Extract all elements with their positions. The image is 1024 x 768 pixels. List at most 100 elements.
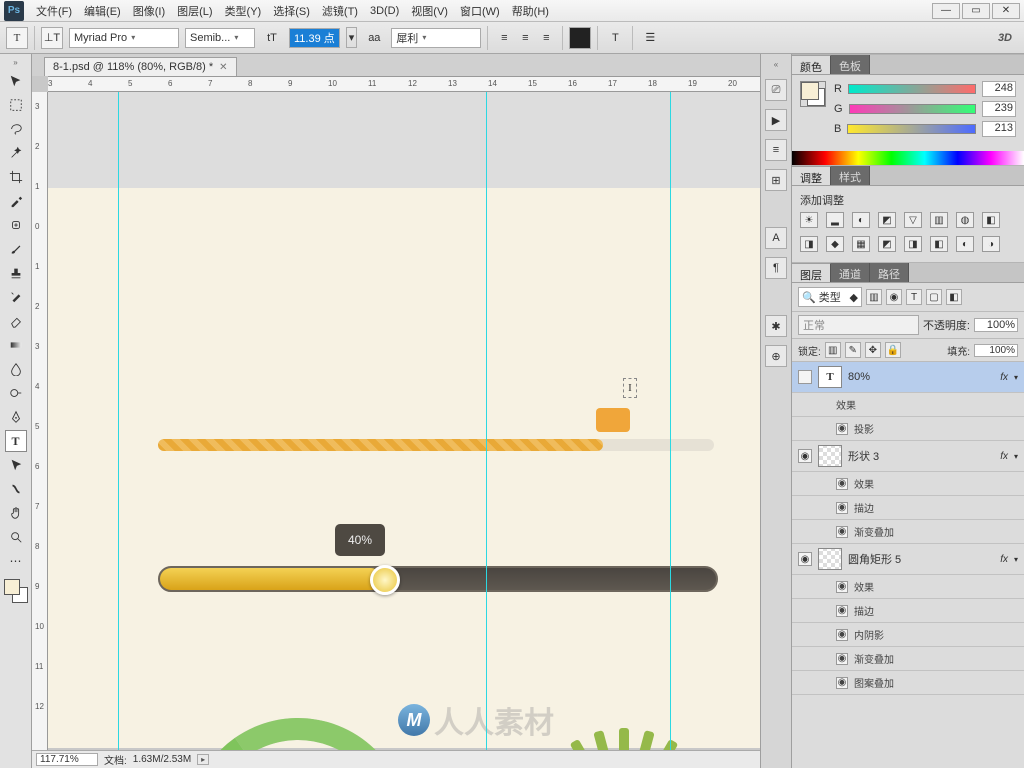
layer-item[interactable]: ◉ 形状 3 fx▾ [792, 441, 1024, 472]
window-minimize[interactable]: — [932, 3, 960, 19]
menu-3d[interactable]: 3D(D) [364, 5, 405, 17]
window-close[interactable]: ✕ [992, 3, 1020, 19]
font-weight-combo[interactable]: Semib...▾ [185, 28, 255, 48]
brushes-panel-icon[interactable]: ✱ [765, 315, 787, 337]
type-tool[interactable]: T [5, 430, 27, 452]
b-value[interactable]: 213 [982, 121, 1016, 137]
adj-vibrance-icon[interactable]: ▽ [904, 212, 922, 228]
font-family-combo[interactable]: Myriad Pro▾ [69, 28, 179, 48]
visibility-toggle[interactable]: ◉ [836, 423, 848, 435]
lock-all-icon[interactable]: 🔒 [885, 342, 901, 358]
adj-lookup-icon[interactable]: ▦ [852, 236, 870, 252]
layer-effect[interactable]: ◉效果 [792, 575, 1024, 599]
blend-mode-combo[interactable]: 正常 [798, 315, 919, 335]
r-value[interactable]: 248 [982, 81, 1016, 97]
menu-file[interactable]: 文件(F) [30, 3, 78, 19]
guide-line[interactable] [670, 92, 671, 750]
layer-name[interactable]: 形状 3 [848, 448, 879, 464]
status-menu-icon[interactable]: ▸ [197, 754, 209, 765]
character-panel-icon[interactable]: ☰ [639, 27, 661, 49]
tab-channels[interactable]: 通道 [831, 263, 870, 282]
adj-balance-icon[interactable]: ◍ [956, 212, 974, 228]
adj-levels-icon[interactable]: ▂ [826, 212, 844, 228]
menu-layer[interactable]: 图层(L) [171, 3, 218, 19]
g-slider[interactable] [849, 104, 976, 114]
opacity-field[interactable]: 100% [974, 318, 1018, 332]
ruler-vertical[interactable]: 3210123456789101112 [32, 92, 48, 750]
filter-pixel-icon[interactable]: ▥ [866, 289, 882, 305]
gradient-tool[interactable] [5, 334, 27, 356]
adj-threshold-icon[interactable]: ◧ [930, 236, 948, 252]
tab-paths[interactable]: 路径 [870, 263, 909, 282]
filter-shape-icon[interactable]: ▢ [926, 289, 942, 305]
layer-effect[interactable]: ◉投影 [792, 417, 1024, 441]
properties-panel-icon[interactable]: ≡ [765, 139, 787, 161]
ruler-horizontal[interactable]: 34567891011121314151617181920 [48, 76, 760, 92]
layer-item[interactable]: T 80% fx▾ [792, 362, 1024, 393]
hand-tool[interactable] [5, 502, 27, 524]
crop-tool[interactable] [5, 166, 27, 188]
layer-effect[interactable]: ◉渐变叠加 [792, 647, 1024, 671]
zoom-field[interactable]: 117.71% [36, 753, 98, 766]
history-panel-icon[interactable]: ⎚ [765, 79, 787, 101]
panel-color-swatch[interactable] [800, 81, 826, 107]
fx-badge[interactable]: fx [1000, 372, 1008, 383]
healing-tool[interactable] [5, 214, 27, 236]
adj-posterize-icon[interactable]: ◨ [904, 236, 922, 252]
g-value[interactable]: 239 [982, 101, 1016, 117]
layer-name[interactable]: 80% [848, 371, 870, 383]
tab-color[interactable]: 颜色 [792, 55, 831, 74]
adj-selective-icon[interactable]: ◑ [982, 236, 1000, 252]
adj-curves-icon[interactable]: ◐ [852, 212, 870, 228]
b-slider[interactable] [847, 124, 976, 134]
info-panel-icon[interactable]: ⊞ [765, 169, 787, 191]
menu-view[interactable]: 视图(V) [405, 3, 454, 19]
align-left-icon[interactable]: ≡ [494, 27, 514, 49]
guide-line[interactable] [486, 92, 487, 750]
visibility-toggle[interactable] [798, 370, 812, 384]
menu-select[interactable]: 选择(S) [267, 3, 316, 19]
font-size-field[interactable]: 11.39 点 [289, 28, 340, 48]
lock-position-icon[interactable]: ✥ [865, 342, 881, 358]
close-icon[interactable]: ✕ [219, 62, 227, 73]
tools-collapse-icon[interactable]: » [11, 56, 19, 69]
lasso-tool[interactable] [5, 118, 27, 140]
adj-hue-icon[interactable]: ▥ [930, 212, 948, 228]
history-brush-tool[interactable] [5, 286, 27, 308]
adj-exposure-icon[interactable]: ◩ [878, 212, 896, 228]
menu-image[interactable]: 图像(I) [127, 3, 171, 19]
tool-extras[interactable]: ⋯ [5, 550, 27, 572]
tab-styles[interactable]: 样式 [831, 166, 870, 185]
menu-filter[interactable]: 滤镜(T) [316, 3, 364, 19]
layer-effect[interactable]: ◉效果 [792, 472, 1024, 496]
layer-item[interactable]: ◉ 圆角矩形 5 fx▾ [792, 544, 1024, 575]
tab-swatches[interactable]: 色板 [831, 55, 870, 74]
menu-help[interactable]: 帮助(H) [506, 3, 555, 19]
layer-effect[interactable]: ◉渐变叠加 [792, 520, 1024, 544]
dodge-tool[interactable] [5, 382, 27, 404]
brush-presets-panel-icon[interactable]: ⊕ [765, 345, 787, 367]
stamp-tool[interactable] [5, 262, 27, 284]
filter-type-icon[interactable]: T [906, 289, 922, 305]
marquee-tool[interactable] [5, 94, 27, 116]
filter-smart-icon[interactable]: ◧ [946, 289, 962, 305]
lock-transparency-icon[interactable]: ▥ [825, 342, 841, 358]
pen-tool[interactable] [5, 406, 27, 428]
color-ramp[interactable] [792, 151, 1024, 165]
r-slider[interactable] [848, 84, 976, 94]
current-tool-icon[interactable]: T [6, 27, 28, 49]
adj-gradient-map-icon[interactable]: ◐ [956, 236, 974, 252]
layers-list[interactable]: T 80% fx▾ 效果 ◉投影 ◉ 形状 3 fx▾ ◉效果 ◉描边 ◉渐变叠… [792, 362, 1024, 768]
character-panel-icon[interactable]: A [765, 227, 787, 249]
move-tool[interactable] [5, 70, 27, 92]
zoom-tool[interactable] [5, 526, 27, 548]
color-swatches[interactable] [4, 579, 28, 603]
magic-wand-tool[interactable] [5, 142, 27, 164]
adj-channel-mixer-icon[interactable]: ◆ [826, 236, 844, 252]
layer-effect[interactable]: 效果 [792, 393, 1024, 417]
eyedropper-tool[interactable] [5, 190, 27, 212]
layer-name[interactable]: 圆角矩形 5 [848, 551, 901, 567]
adj-invert-icon[interactable]: ◩ [878, 236, 896, 252]
guide-line[interactable] [118, 92, 119, 750]
text-color-swatch[interactable] [569, 27, 591, 49]
